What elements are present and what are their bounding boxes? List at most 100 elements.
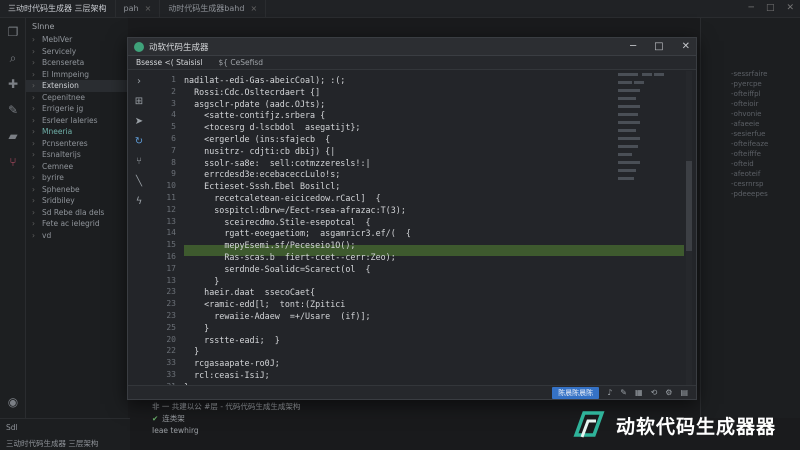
code-line[interactable]: serdnde-Soalidc=Scarect(ol { [184,264,370,274]
chevron-right-icon[interactable]: › [32,35,42,44]
code-line[interactable]: rsstte-eadi; } [184,335,280,345]
pin-icon[interactable]: ✎ [620,388,627,397]
chat-icon[interactable]: ▰ [5,128,21,144]
explorer-item[interactable]: › Errigerie jg [26,103,128,115]
chevron-right-icon[interactable]: › [32,70,42,79]
explorer-item[interactable]: › Fete ac ielegrid [26,218,128,230]
outline-item[interactable]: -afaeeie [701,120,800,130]
code-line[interactable]: rgatt-eoegaetiom; asgamricr3.ef/( { [184,228,411,238]
explorer-item[interactable]: › MeblVer [26,34,128,46]
outline-item[interactable]: -ofteioir [701,100,800,110]
chevron-right-icon[interactable]: › [32,93,42,102]
explorer-item[interactable]: › Pcnsenteres [26,138,128,150]
outline-item[interactable]: -ofteiffpl [701,90,800,100]
explorer-item[interactable]: › Sphenebe [26,184,128,196]
code-line[interactable]: } [184,276,219,286]
account-icon[interactable]: ◉ [5,394,21,410]
maximize-icon[interactable]: □ [766,3,775,13]
close-icon[interactable]: ✕ [786,3,794,13]
chevron-right-icon[interactable]: › [32,58,42,67]
outline-item[interactable]: -cesrnrsp [701,180,800,190]
close-icon[interactable]: ✕ [682,41,690,52]
outline-item[interactable]: -ofteid [701,160,800,170]
status-item[interactable]: 三动时代码生成器 三层架构 [0,435,130,450]
chevron-right-icon[interactable]: › [32,116,42,125]
outline-item[interactable]: -pdeeepes [701,190,800,200]
cursor-icon[interactable]: ➤ [132,115,146,129]
explorer-item[interactable]: › Esrleer laleries [26,115,128,127]
layout-icon[interactable]: ▤ [680,388,688,397]
chevron-right-icon[interactable]: › [132,75,146,89]
explorer-item[interactable]: › Mneeria [26,126,128,138]
code-line[interactable]: sceirecdmo.Stile-esepotcal { [184,217,370,227]
code-line[interactable]: <tocesrg d-lscbdol asegatijt}; [184,122,360,132]
code-line[interactable]: asgsclr-pdate (aadc.OJts); [184,99,325,109]
pen-icon[interactable]: ✎ [5,102,21,118]
code-editor[interactable]: nadilat--edi-Gas-abeicCoal); :(; Rossi:C… [184,71,684,392]
grid-icon[interactable]: ▦ [635,388,643,397]
minimize-icon[interactable]: ─ [749,3,754,13]
scroll-thumb[interactable] [686,161,692,251]
explorer-item[interactable]: › byrire [26,172,128,184]
code-line[interactable]: nusitrz- cdjti:cb dbij) {| [184,146,335,156]
code-line[interactable]: Ras-scas.b fiert-ccet--cerr:Zeo); [184,252,395,262]
tab-editor[interactable]: Bsesse <( Staisisl [128,58,210,67]
source-control-icon[interactable]: ⑂ [5,154,21,170]
files-icon[interactable]: ❐ [5,24,21,40]
hierarchy-icon[interactable]: ⊞ [132,95,146,109]
explorer-item[interactable]: › Sridbiley [26,195,128,207]
bell-icon[interactable]: ♪ [607,388,612,397]
outline-item[interactable]: -sessrfaire [701,70,800,80]
branch-icon[interactable]: ⑂ [132,155,146,169]
code-line[interactable]: Rossi:Cdc.Osltecrdaert {] [184,87,320,97]
explorer-item[interactable]: › Esnalterijs [26,149,128,161]
search-icon[interactable]: ⌕ [5,50,21,66]
chevron-right-icon[interactable]: › [32,208,42,217]
outline-item[interactable]: -ofteifffe [701,150,800,160]
explorer-item[interactable]: › Sd Rebe dla dels [26,207,128,219]
code-line[interactable]: ssolr-sa8e: sell:cotmzzeresls!:| [184,158,370,168]
bg-tab[interactable]: pah × [116,0,161,18]
code-line[interactable]: } [184,323,209,333]
code-line[interactable]: <ramic-edd[l; tont:(Zpitici [184,299,345,309]
explorer-item[interactable]: › Servicely [26,46,128,58]
settings-icon[interactable]: ⚙ [665,388,672,397]
outline-panel[interactable] [616,71,686,386]
chevron-right-icon[interactable]: › [32,104,42,113]
chevron-right-icon[interactable]: › [32,47,42,56]
explorer-item[interactable]: › Cepenitnee [26,92,128,104]
minimize-icon[interactable]: ─ [630,41,636,52]
chevron-right-icon[interactable]: › [32,185,42,194]
extensions-icon[interactable]: ✚ [5,76,21,92]
outline-item[interactable]: -ofteifeaze [701,140,800,150]
code-line[interactable]: errcdesd3e:ecebaceccLulo!s; [184,169,340,179]
outline-item[interactable]: -sesierfue [701,130,800,140]
outline-item[interactable]: -afeoteif [701,170,800,180]
sync-icon[interactable]: ⟲ [651,388,658,397]
chevron-right-icon[interactable]: › [32,231,42,240]
explorer-item[interactable]: › vd [26,230,128,242]
close-icon[interactable]: × [145,4,152,13]
code-line[interactable]: rcgasaapate-ro0J; [184,358,280,368]
code-line[interactable]: haeir.daat ssecoCaet{ [184,287,315,297]
vertical-scrollbar[interactable] [686,71,692,386]
bg-tab[interactable]: 三动时代码生成器 三层架构 [0,0,116,18]
code-line[interactable]: Ectieset-Sssh.Ebel Bosilcl; [184,181,340,191]
chevron-right-icon[interactable]: › [32,196,42,205]
code-line[interactable]: sospitcl:dbrw=/Eect-rsea-afrazac:T(3); [184,205,406,215]
refresh-icon[interactable]: ↻ [132,135,146,149]
maximize-icon[interactable]: □ [654,41,663,52]
chevron-right-icon[interactable]: › [32,173,42,182]
chevron-right-icon[interactable]: › [32,219,42,228]
run-icon[interactable]: ϟ [132,195,146,209]
explorer-item[interactable]: › Bcensereta [26,57,128,69]
chevron-right-icon[interactable]: › [32,139,42,148]
outline-item[interactable]: -ohvonie [701,110,800,120]
code-line[interactable]: mepyEsemi.sf/Peceseio1O(); [184,240,355,250]
chevron-right-icon[interactable]: › [32,150,42,159]
status-action-button[interactable]: 陈晨陈晨陈 [552,386,600,399]
edit-icon[interactable]: ╲ [132,175,146,189]
close-icon[interactable]: × [250,4,257,13]
code-line[interactable]: } [184,346,199,356]
code-line[interactable]: nadilat--edi-Gas-abeicCoal); :(; [184,75,345,85]
